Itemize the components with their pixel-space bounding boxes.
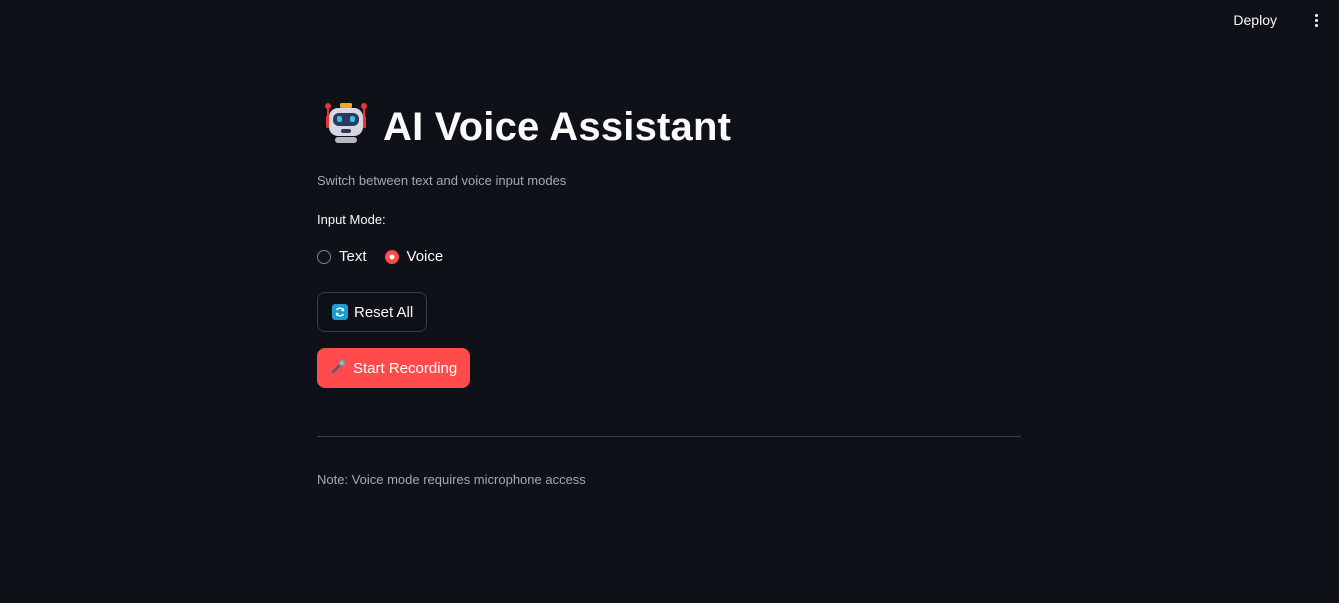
reset-all-button[interactable]: Reset All	[317, 292, 428, 332]
page-title-text: AI Voice Assistant	[383, 104, 732, 149]
divider	[317, 436, 1021, 437]
radio-option-voice[interactable]: Voice	[384, 248, 444, 265]
app-header: Deploy	[0, 0, 1339, 44]
deploy-button[interactable]: Deploy	[1233, 12, 1277, 28]
input-mode-label: Input Mode:	[317, 212, 386, 227]
kebab-menu-icon[interactable]	[1315, 14, 1319, 30]
microphone-icon	[331, 358, 347, 378]
note-text: Note: Voice mode requires microphone acc…	[317, 472, 586, 487]
subtitle: Switch between text and voice input mode…	[317, 173, 567, 188]
input-mode-radio-group: Text Voice	[317, 248, 443, 265]
reset-all-label: Reset All	[354, 303, 414, 321]
start-recording-label: Start Recording	[353, 359, 458, 377]
radio-button-checked[interactable]	[384, 249, 399, 264]
page-title: AI Voice Assistant	[323, 100, 731, 154]
radio-label-voice: Voice	[406, 248, 444, 265]
radio-option-text[interactable]: Text	[317, 248, 367, 265]
radio-button-unchecked[interactable]	[317, 249, 331, 264]
refresh-icon	[332, 304, 348, 320]
radio-label-text: Text	[339, 248, 367, 265]
robot-icon	[323, 100, 369, 154]
start-recording-button[interactable]: Start Recording	[317, 348, 471, 388]
